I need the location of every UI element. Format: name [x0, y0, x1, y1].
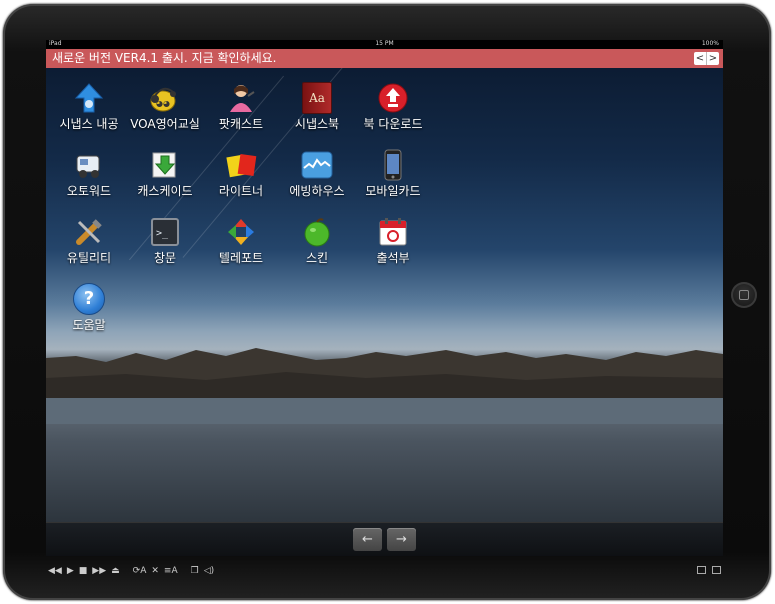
ipad-screen: iPad 15 PM 100% 새로운 버전 VER4.1 출시. 지금 확인하…: [46, 40, 723, 556]
fast-forward-icon[interactable]: ▶▶: [92, 566, 106, 576]
book-icon: Aa: [301, 82, 333, 114]
home-button[interactable]: [731, 282, 757, 308]
app-cascade[interactable]: 캐스케이드: [127, 145, 203, 205]
headset-icon: ◕◕: [149, 82, 181, 114]
player-controls: ◀◀ ▶ ■ ▶▶ ⏏ ⟳A ✕ ≡A ❐ ◁): [48, 565, 219, 577]
app-mobile-card[interactable]: 모바일카드: [355, 145, 431, 205]
podcast-person-icon: [225, 82, 257, 114]
app-attendance[interactable]: 출석부: [355, 212, 431, 272]
app-label: 북 다운로드: [363, 117, 423, 131]
copy-icon[interactable]: ❐: [191, 566, 199, 576]
page-prev-button[interactable]: ←: [353, 528, 382, 551]
notice-nav: < >: [694, 52, 719, 65]
bottom-dock: ← →: [46, 522, 723, 556]
calendar-icon: [377, 216, 409, 248]
app-label: 도움말: [72, 318, 106, 332]
status-time: 15 PM: [375, 40, 394, 47]
auto-word-icon: [73, 149, 105, 181]
app-label: 오토워드: [66, 184, 112, 198]
app-label: 창문: [153, 251, 177, 265]
app-teleport[interactable]: 텔레포트: [203, 212, 279, 272]
page-next-button[interactable]: →: [387, 528, 416, 551]
status-bar: iPad 15 PM 100%: [46, 40, 723, 48]
download-icon: [377, 82, 409, 114]
update-notice-text: 새로운 버전 VER4.1 출시. 지금 확인하세요.: [52, 51, 277, 65]
shuffle-icon[interactable]: ✕: [151, 566, 159, 576]
play-icon[interactable]: ▶: [67, 566, 74, 576]
repeat-icon[interactable]: ⟳A: [133, 566, 147, 576]
tools-icon: [73, 216, 105, 248]
app-skin[interactable]: 스킨: [279, 212, 355, 272]
app-voa-english[interactable]: ◕◕ VOA영어교실: [127, 78, 203, 138]
app-help[interactable]: ? 도움말: [51, 279, 127, 339]
app-label: 캐스케이드: [137, 184, 193, 198]
app-podcast[interactable]: 팟캐스트: [203, 78, 279, 138]
notice-next-button[interactable]: >: [706, 52, 719, 65]
app-synapse-naegong[interactable]: 시냅스 내공: [51, 78, 127, 138]
view-mode-controls: [697, 566, 727, 574]
app-label: 팟캐스트: [218, 117, 264, 131]
apple-icon: [301, 216, 333, 248]
update-notice-bar[interactable]: 새로운 버전 VER4.1 출시. 지금 확인하세요. < >: [46, 49, 723, 68]
rewind-icon[interactable]: ◀◀: [48, 566, 62, 576]
list-icon[interactable]: ≡A: [164, 566, 178, 576]
help-icon: ?: [73, 283, 105, 315]
eject-icon[interactable]: ⏏: [111, 566, 120, 576]
status-battery: 100%: [701, 40, 719, 47]
window-mode-icon[interactable]: [697, 566, 706, 574]
app-label: 모바일카드: [365, 184, 421, 198]
cascade-arrow-icon: [149, 149, 181, 181]
app-ebbinghaus[interactable]: 에빙하우스: [279, 145, 355, 205]
cards-icon: [225, 149, 257, 181]
app-icon-grid: 시냅스 내공 ◕◕ VOA영어교실 팟캐스트 Aa 시냅스북 북 다운로드 오토…: [46, 68, 723, 368]
terminal-icon: >_: [149, 216, 181, 248]
notice-prev-button[interactable]: <: [694, 52, 706, 65]
app-label: 텔레포트: [218, 251, 264, 265]
app-label: 시냅스 내공: [59, 117, 119, 131]
stop-icon[interactable]: ■: [79, 566, 88, 576]
svg-text:◕◕: ◕◕: [156, 99, 170, 108]
fullscreen-mode-icon[interactable]: [712, 566, 721, 574]
app-leitner[interactable]: 라이트너: [203, 145, 279, 205]
app-label: VOA영어교실: [130, 117, 200, 131]
app-label: 라이트너: [218, 184, 264, 198]
app-label: 출석부: [376, 251, 410, 265]
upload-arrow-icon: [73, 82, 105, 114]
chart-icon: [301, 149, 333, 181]
app-auto-word[interactable]: 오토워드: [51, 145, 127, 205]
app-label: 시냅스북: [294, 117, 340, 131]
teleport-icon: [225, 216, 257, 248]
app-label: 에빙하우스: [289, 184, 345, 198]
app-label: 스킨: [305, 251, 329, 265]
app-utility[interactable]: 유틸리티: [51, 212, 127, 272]
app-book-download[interactable]: 북 다운로드: [355, 78, 431, 138]
phone-icon: [377, 149, 409, 181]
app-label: 유틸리티: [66, 251, 112, 265]
app-window[interactable]: >_ 창문: [127, 212, 203, 272]
app-synapse-book[interactable]: Aa 시냅스북: [279, 78, 355, 138]
volume-icon[interactable]: ◁): [204, 566, 214, 576]
